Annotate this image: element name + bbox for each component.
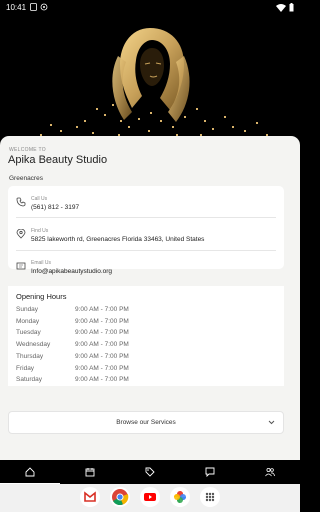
browse-services-button[interactable]: Browse our Services bbox=[8, 411, 284, 434]
studio-card: WELCOME TO Apika Beauty Studio Greenacre… bbox=[0, 136, 300, 460]
studio-name: Apika Beauty Studio bbox=[8, 154, 108, 166]
address: 5825 lakeworth rd, Greenacres Florida 33… bbox=[31, 236, 205, 243]
beauty-logo-illustration bbox=[40, 28, 268, 136]
hours-row: Tuesday 9:00 AM - 7:00 PM bbox=[16, 329, 166, 339]
hours-day: Thursday bbox=[16, 353, 44, 360]
hours-day: Monday bbox=[16, 318, 40, 325]
email-address: Info@apikabeautystudio.org bbox=[31, 268, 113, 275]
hours-time: 9:00 AM - 7:00 PM bbox=[75, 365, 129, 372]
status-bar: 10:41 bbox=[0, 0, 300, 16]
hours-row: Friday 9:00 AM - 7:00 PM bbox=[16, 365, 166, 375]
bottom-tab-bar bbox=[0, 460, 300, 484]
contact-label: Find Us bbox=[31, 228, 49, 234]
hours-time: 9:00 AM - 7:00 PM bbox=[75, 329, 129, 336]
hours-row: Saturday 9:00 AM - 7:00 PM bbox=[16, 376, 166, 386]
gmail-app[interactable] bbox=[80, 487, 100, 507]
tab-team[interactable] bbox=[240, 460, 300, 484]
photos-icon bbox=[174, 491, 186, 503]
chat-icon bbox=[205, 467, 215, 477]
divider bbox=[16, 250, 276, 251]
app-drawer-icon bbox=[205, 492, 215, 502]
gmail-icon bbox=[84, 491, 96, 502]
email-icon bbox=[16, 262, 26, 270]
browse-services-label: Browse our Services bbox=[116, 419, 176, 426]
contact-label: Email Us bbox=[31, 260, 52, 266]
hours-day: Friday bbox=[16, 365, 35, 372]
settings-status-icon bbox=[40, 3, 48, 11]
contact-card: Call Us (561) 812 - 3197 Find Us 5825 la… bbox=[8, 186, 284, 275]
calendar-icon bbox=[85, 468, 95, 477]
app-drawer[interactable] bbox=[200, 487, 220, 507]
phone-number: (561) 812 - 3197 bbox=[31, 204, 80, 211]
contact-label: Call Us bbox=[31, 196, 48, 202]
youtube-app[interactable] bbox=[140, 487, 160, 507]
status-time: 10:41 bbox=[6, 3, 27, 12]
hours-day: Sunday bbox=[16, 306, 39, 313]
hours-day: Saturday bbox=[16, 376, 43, 383]
sim-icon bbox=[30, 3, 37, 11]
battery-icon bbox=[289, 3, 294, 12]
photos-app[interactable] bbox=[170, 487, 190, 507]
hours-day: Wednesday bbox=[16, 341, 51, 348]
hours-time: 9:00 AM - 7:00 PM bbox=[75, 376, 129, 383]
contact-call-row[interactable]: Call Us (561) 812 - 3197 bbox=[8, 190, 284, 217]
hours-row: Wednesday 9:00 AM - 7:00 PM bbox=[16, 341, 166, 351]
hours-title: Opening Hours bbox=[16, 292, 67, 301]
welcome-label: WELCOME TO bbox=[9, 147, 46, 153]
hours-time: 9:00 AM - 7:00 PM bbox=[75, 306, 129, 313]
phone-icon bbox=[16, 197, 26, 207]
wifi-icon bbox=[276, 3, 286, 12]
app-dock bbox=[0, 484, 300, 512]
hours-time: 9:00 AM - 7:00 PM bbox=[75, 318, 129, 325]
hero-image bbox=[0, 16, 300, 140]
hours-time: 9:00 AM - 7:00 PM bbox=[75, 353, 129, 360]
tab-appointments[interactable] bbox=[60, 460, 120, 484]
hours-row: Sunday 9:00 AM - 7:00 PM bbox=[16, 306, 166, 316]
location-label: Greenacres bbox=[9, 175, 43, 182]
tab-offers[interactable] bbox=[120, 460, 180, 484]
divider bbox=[16, 217, 276, 218]
hours-row: Thursday 9:00 AM - 7:00 PM bbox=[16, 353, 166, 363]
map-pin-icon bbox=[16, 229, 26, 239]
chrome-app[interactable] bbox=[110, 487, 130, 507]
tag-icon bbox=[145, 467, 155, 477]
contact-address-row[interactable]: Find Us 5825 lakeworth rd, Greenacres Fl… bbox=[8, 222, 284, 249]
chrome-icon bbox=[112, 489, 129, 506]
hours-time: 9:00 AM - 7:00 PM bbox=[75, 341, 129, 348]
opening-hours: Opening Hours Sunday 9:00 AM - 7:00 PM Mo… bbox=[8, 286, 284, 386]
tab-messages[interactable] bbox=[180, 460, 240, 484]
youtube-icon bbox=[144, 493, 156, 501]
contact-email-row[interactable]: Email Us Info@apikabeautystudio.org bbox=[8, 254, 284, 281]
hours-row: Monday 9:00 AM - 7:00 PM bbox=[16, 318, 166, 328]
chevron-down-icon bbox=[268, 420, 275, 425]
hours-day: Tuesday bbox=[16, 329, 41, 336]
home-icon bbox=[25, 467, 35, 477]
people-icon bbox=[265, 467, 275, 477]
tab-home[interactable] bbox=[0, 460, 60, 484]
